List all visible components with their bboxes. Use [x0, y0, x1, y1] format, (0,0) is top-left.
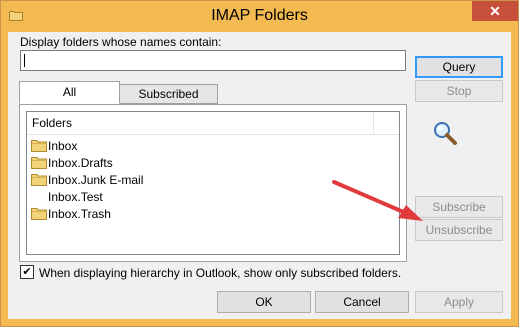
magnifier-icon: [434, 122, 457, 145]
folder-filter-input[interactable]: [20, 50, 406, 71]
folder-icon: [31, 140, 47, 153]
filter-label: Display folders whose names contain:: [20, 35, 222, 49]
list-item[interactable]: Inbox.Trash: [31, 206, 111, 223]
apply-button[interactable]: Apply: [415, 291, 503, 313]
folder-name: Inbox.Test: [48, 190, 103, 204]
dialog-body: Display folders whose names contain: Que…: [8, 32, 511, 319]
folder-name: Inbox.Drafts: [48, 156, 113, 170]
window-title: IMAP Folders: [211, 7, 308, 24]
folder-name: Inbox.Trash: [48, 207, 111, 221]
folder-name: Inbox: [48, 139, 78, 153]
folder-icon: [31, 157, 47, 170]
title-bar: IMAP Folders ✕: [1, 1, 518, 32]
unsubscribe-button[interactable]: Unsubscribe: [415, 219, 503, 241]
tab-subscribed[interactable]: Subscribed: [119, 84, 218, 104]
folder-icon: [31, 174, 47, 187]
subscribe-button[interactable]: Subscribe: [415, 196, 503, 218]
close-button[interactable]: ✕: [472, 1, 518, 21]
list-item[interactable]: Inbox: [31, 138, 77, 155]
list-item[interactable]: Inbox.Drafts: [31, 155, 113, 172]
column-divider[interactable]: [373, 112, 374, 134]
tab-all[interactable]: All: [19, 81, 120, 104]
tab-panel-all: Folders Inbox Inbox.Drafts Inbox.Junk E-…: [19, 104, 407, 262]
list-item[interactable]: Inbox.Test: [48, 189, 103, 206]
list-item[interactable]: Inbox.Junk E-mail: [31, 172, 143, 189]
stop-button[interactable]: Stop: [415, 80, 503, 102]
column-header-folders[interactable]: Folders: [32, 116, 72, 130]
subscribed-only-checkbox[interactable]: ✔: [20, 265, 34, 279]
query-button[interactable]: Query: [415, 56, 503, 78]
text-caret: [24, 54, 25, 67]
folder-icon: [31, 208, 47, 221]
folder-list[interactable]: Folders Inbox Inbox.Drafts Inbox.Junk E-…: [26, 111, 400, 255]
cancel-button[interactable]: Cancel: [315, 291, 409, 313]
folder-list-header[interactable]: Folders: [27, 112, 399, 135]
imap-folders-window: IMAP Folders ✕ Display folders whose nam…: [0, 0, 519, 327]
folder-name: Inbox.Junk E-mail: [48, 173, 144, 187]
subscribed-only-label: When displaying hierarchy in Outlook, sh…: [39, 266, 402, 280]
ok-button[interactable]: OK: [217, 291, 311, 313]
